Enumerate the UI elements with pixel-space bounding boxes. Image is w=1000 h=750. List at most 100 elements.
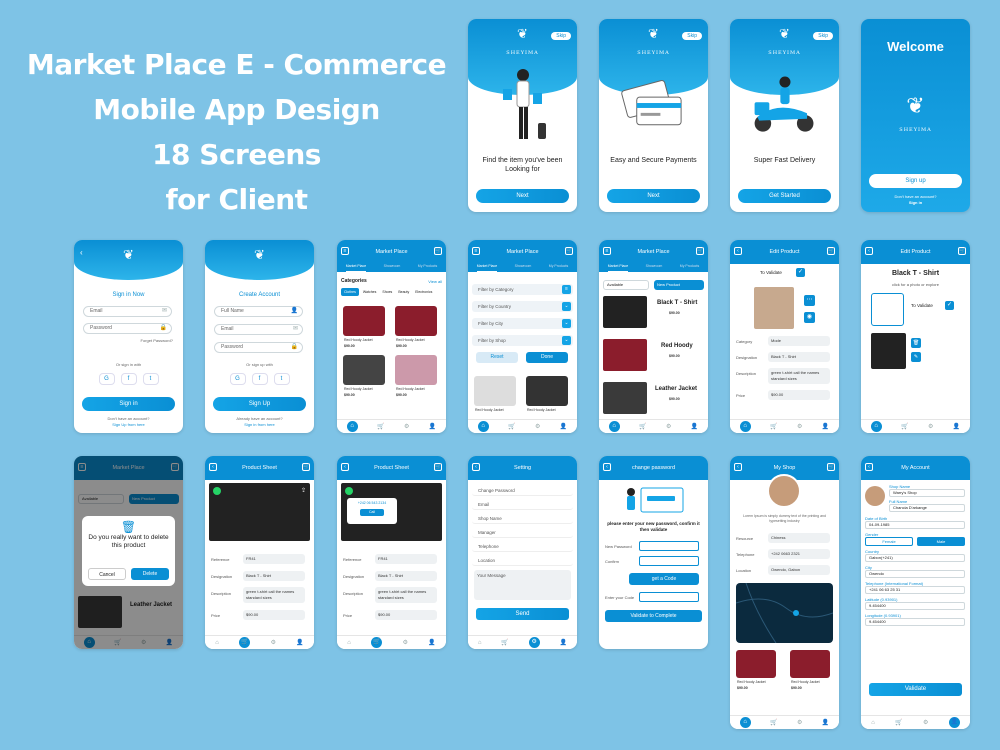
get-code-button[interactable]: get a Code [629, 573, 699, 585]
next-button[interactable]: Next [476, 189, 569, 203]
skip-button[interactable]: Skip [813, 32, 833, 40]
cart-icon[interactable]: 🛒 [501, 639, 508, 646]
tab-marketplace[interactable]: Market Place [476, 264, 498, 272]
menu-icon[interactable]: ≡ [341, 247, 349, 255]
signup-link[interactable]: Sign Up from here [74, 422, 183, 427]
tab-marketplace[interactable]: Market Place [607, 264, 629, 272]
done-button[interactable]: Done [526, 352, 568, 363]
delete-icon[interactable]: 🗑 [911, 338, 921, 348]
get-started-button[interactable]: Get Started [738, 189, 831, 203]
user-icon[interactable]: 👤 [822, 719, 829, 726]
back-icon[interactable]: ‹ [603, 463, 611, 471]
shop-name-input[interactable]: Warry's Shop [889, 489, 965, 497]
cart-icon[interactable]: 🛒 [901, 423, 908, 430]
menu-icon[interactable]: ≡ [472, 247, 480, 255]
facebook-icon[interactable]: f [251, 373, 268, 385]
back-icon[interactable]: ‹ [80, 248, 83, 257]
category-value[interactable]: Mode [768, 336, 830, 346]
cart-icon[interactable]: 🛒 [770, 719, 777, 726]
new-password-input[interactable] [639, 541, 699, 551]
validate-button[interactable]: Validate [869, 683, 962, 696]
chip-shoes[interactable]: Shoes [380, 288, 394, 296]
cart-icon[interactable]: 🛒 [895, 719, 902, 726]
signup-button[interactable]: Sign Up [213, 397, 306, 411]
filter-country[interactable]: Filter by Country ⌄ [472, 301, 573, 312]
cart-icon[interactable]: 🛒 [371, 637, 383, 648]
reset-button[interactable]: Reset [476, 352, 518, 363]
signin-link[interactable]: Sign in from here [205, 422, 314, 427]
user-icon[interactable]: 👤 [560, 423, 567, 430]
menu-icon[interactable]: ≡ [603, 247, 611, 255]
signup-button[interactable]: Sign up [869, 174, 962, 188]
tab-showroom[interactable]: Showroom [384, 264, 401, 272]
home-icon[interactable]: ⌂ [346, 421, 358, 432]
camera-icon[interactable]: ◉ [804, 312, 815, 323]
edit-icon[interactable]: ✎ [911, 352, 921, 362]
back-icon[interactable]: ‹ [865, 247, 873, 255]
gear-icon[interactable]: ⚙ [923, 719, 928, 726]
twitter-icon[interactable]: t [142, 373, 159, 385]
product-image[interactable] [343, 355, 385, 385]
chip-watches[interactable]: Watches [361, 288, 379, 296]
forgot-password-link[interactable]: Forget Password? [74, 338, 183, 343]
user-icon[interactable]: 👤 [691, 423, 698, 430]
setting-change-password[interactable]: Change Password [472, 485, 573, 496]
google-icon[interactable]: G [98, 373, 115, 385]
back-icon[interactable]: ‹ [734, 247, 742, 255]
tab-showroom[interactable]: Showroom [515, 264, 532, 272]
cart-icon[interactable]: 🛒 [639, 423, 646, 430]
confirm-password-input[interactable] [639, 556, 699, 566]
setting-email[interactable]: Email [472, 499, 573, 510]
tab-my-products[interactable]: My Products [418, 264, 437, 272]
send-button[interactable]: Send [476, 608, 569, 620]
back-icon[interactable]: ‹ [341, 463, 349, 471]
tab-showroom[interactable]: Showroom [646, 264, 663, 272]
tab-marketplace[interactable]: Market Place [345, 264, 367, 272]
cart-icon[interactable]: 🛒 [239, 637, 251, 648]
filter-city[interactable]: Filter by City ⌄ [472, 318, 573, 329]
male-option[interactable]: Male [917, 537, 965, 546]
product-image[interactable] [343, 306, 385, 336]
cart-icon[interactable]: 🛒 [565, 247, 573, 255]
description-value[interactable]: green t-shirt call the names standard si… [768, 368, 830, 384]
whatsapp-icon[interactable] [345, 487, 353, 495]
email-field[interactable]: Email ✉ [214, 324, 303, 335]
cart-icon[interactable]: 🛒 [434, 247, 442, 255]
setting-manager[interactable]: Manager [472, 527, 573, 538]
validate-checkbox[interactable]: ✓ [796, 268, 805, 277]
product-image[interactable] [603, 339, 647, 371]
product-image[interactable] [526, 376, 568, 406]
product-image[interactable] [754, 287, 794, 329]
home-icon[interactable]: ⌂ [871, 720, 875, 726]
female-option[interactable]: Female [865, 537, 913, 546]
signin-link[interactable]: Sign in [861, 200, 970, 205]
setting-shop-name[interactable]: Shop Name [472, 513, 573, 524]
new-product-button[interactable]: New Product [654, 280, 704, 290]
gear-icon[interactable]: ⚙ [797, 719, 802, 726]
product-image[interactable] [603, 382, 647, 414]
product-image[interactable] [474, 376, 516, 406]
gear-icon[interactable]: ⚙ [535, 423, 540, 430]
filter-category[interactable]: Filter by Category ≡ [472, 284, 573, 295]
email-field[interactable]: Email ✉ [83, 306, 172, 317]
cart-icon[interactable]: 🛒 [696, 247, 704, 255]
dob-input[interactable]: 04-09-1985 [865, 521, 965, 529]
avatar[interactable] [865, 486, 885, 506]
user-icon[interactable]: 👤 [429, 423, 436, 430]
user-icon[interactable]: 👤 [948, 717, 960, 728]
gear-icon[interactable]: ⚙ [404, 423, 409, 430]
product-image[interactable] [395, 306, 437, 336]
country-select[interactable]: Gabon(+241) [865, 554, 965, 562]
user-icon[interactable]: 👤 [822, 423, 829, 430]
google-icon[interactable]: G [229, 373, 246, 385]
message-textarea[interactable]: Your Message [474, 570, 571, 600]
cart-icon[interactable]: 🛒 [958, 247, 966, 255]
whatsapp-icon[interactable] [213, 487, 221, 495]
tab-my-products[interactable]: My Products [680, 264, 699, 272]
chip-electronics[interactable]: Electronics [413, 288, 434, 296]
call-button[interactable]: Call [360, 509, 384, 516]
product-image[interactable] [871, 333, 906, 369]
gear-icon[interactable]: ⚙ [928, 423, 933, 430]
home-icon[interactable]: ⌂ [478, 640, 482, 646]
share-icon[interactable]: ⇪ [301, 487, 306, 494]
